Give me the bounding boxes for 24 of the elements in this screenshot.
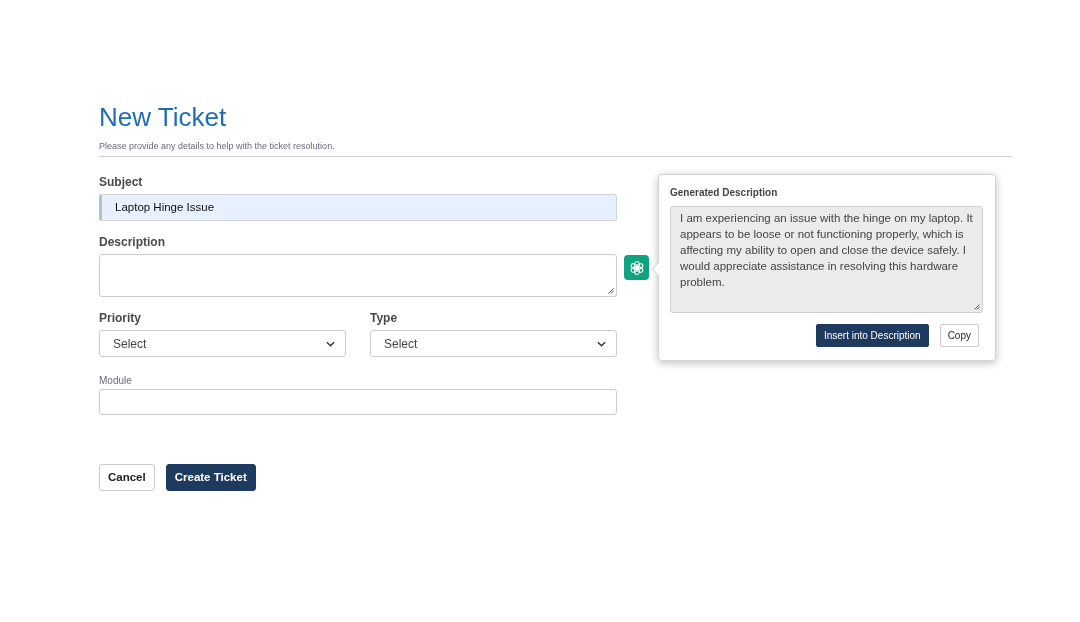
resize-grip-icon <box>974 304 980 310</box>
field-label: Subject <box>99 174 143 190</box>
field-label: Type <box>370 310 398 326</box>
field-label: Description <box>99 234 165 250</box>
insert-button[interactable]: Insert into Description <box>815 324 929 347</box>
resize-grip-icon <box>608 288 614 294</box>
page-title: New Ticket <box>99 101 227 134</box>
priority-select[interactable]: Select <box>99 330 346 357</box>
chevron-icon <box>597 340 606 347</box>
page-subtitle: Please provide any details to help with the ticket resolution. <box>99 140 335 152</box>
generated-description-field[interactable]: I am experiencing an issue with the hinge on my laptop. It appears to be loose or not functioning properly, which is affecting my ability to open and close the device safely. I would appreciate assistance in resolving this hardware problem. <box>670 206 983 313</box>
field-label: Priority <box>99 310 141 326</box>
chevron-icon <box>326 340 335 347</box>
copy-button[interactable]: Copy <box>939 324 979 347</box>
subject-input[interactable]: Laptop Hinge Issue <box>99 194 617 221</box>
module-input[interactable] <box>99 389 617 415</box>
cancel-button[interactable]: Cancel <box>99 464 155 491</box>
description-field[interactable] <box>99 254 617 297</box>
popover-title: Generated Description <box>670 186 778 200</box>
create-ticket-button[interactable]: Create Ticket <box>165 464 256 491</box>
generate-button[interactable] <box>624 255 649 280</box>
knot-icon <box>628 259 645 276</box>
type-select[interactable]: Select <box>370 330 617 357</box>
field-label: Module <box>99 374 132 388</box>
